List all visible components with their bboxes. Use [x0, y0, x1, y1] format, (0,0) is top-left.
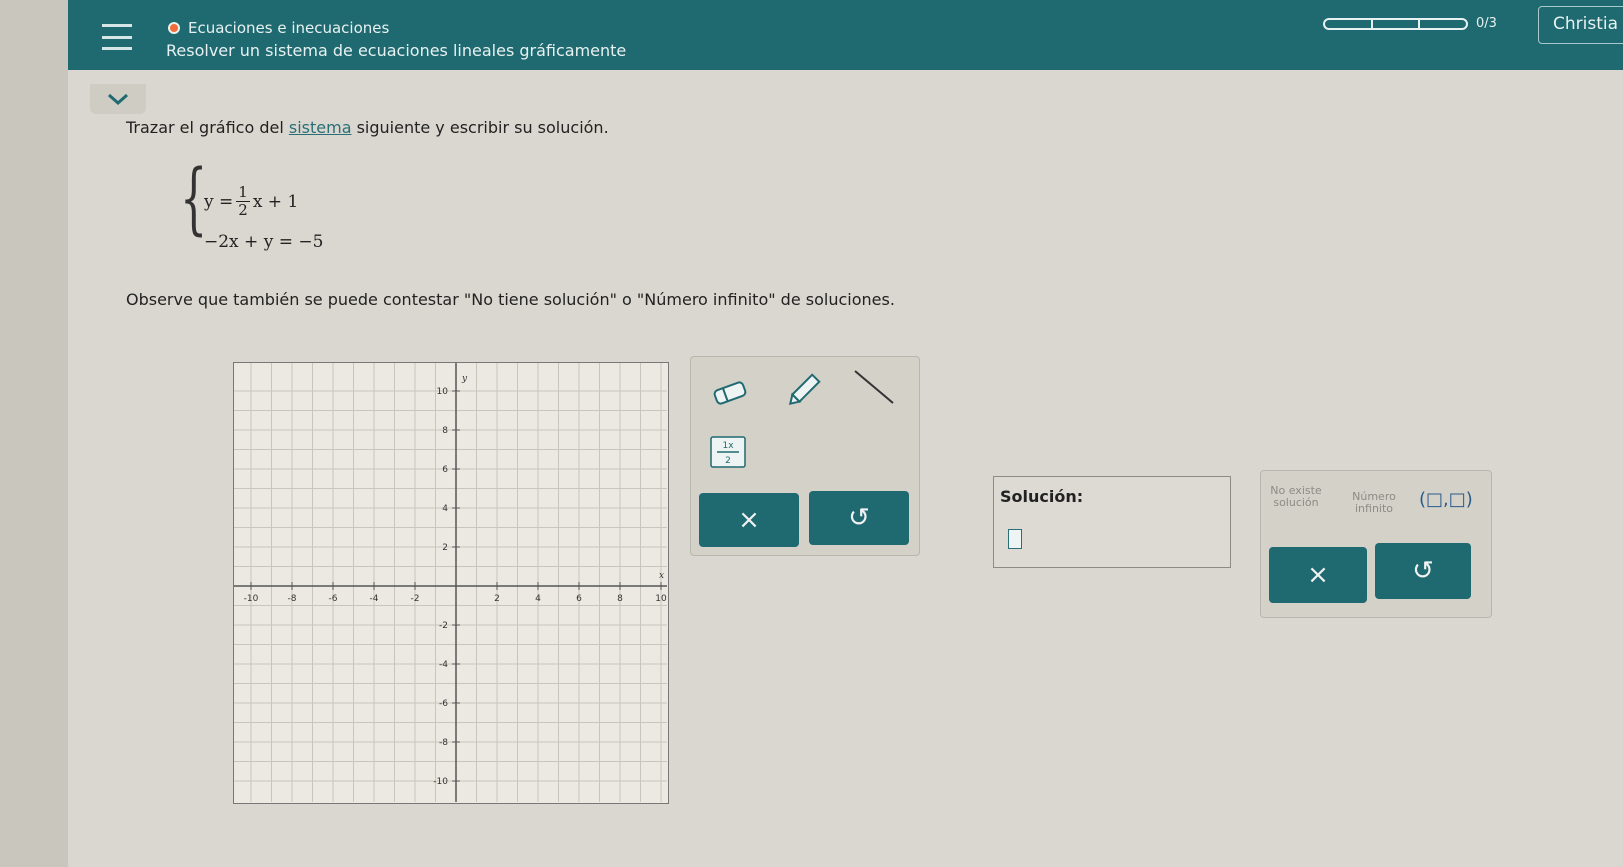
- menu-icon[interactable]: [102, 24, 132, 50]
- y-tick-label: -2: [439, 621, 448, 631]
- x-tick-label: -8: [288, 594, 297, 604]
- y-axis-label: y: [461, 374, 468, 384]
- y-tick-label: 6: [442, 465, 448, 475]
- chevron-down-icon: [108, 93, 128, 106]
- page-title: Resolver un sistema de ecuaciones lineal…: [166, 41, 627, 60]
- x-tick-label: 2: [494, 594, 500, 604]
- user-name[interactable]: Christia: [1538, 6, 1623, 44]
- x-tick-label: -10: [244, 594, 259, 604]
- left-margin-strip: [0, 0, 68, 867]
- x-tick-label: -2: [411, 594, 420, 604]
- topic-row: Ecuaciones e inecuaciones: [168, 19, 389, 37]
- infinite-solutions-button[interactable]: Número infinito: [1341, 491, 1407, 515]
- x-tick-label: 8: [617, 594, 623, 604]
- undo-answer-button[interactable]: ↺: [1375, 543, 1471, 599]
- x-tick-label: -4: [370, 594, 379, 604]
- topic-name: Ecuaciones e inecuaciones: [188, 19, 390, 37]
- fraction: 1 2: [236, 184, 250, 219]
- eraser-icon[interactable]: [709, 377, 751, 409]
- solution-input-box[interactable]: Solución:: [993, 476, 1231, 568]
- graph-tools-panel: 1x 2 × ↺: [690, 356, 920, 556]
- y-tick-label: 10: [437, 387, 449, 397]
- y-tick-label: 2: [442, 543, 448, 553]
- equation-system: { y = 1 2 x + 1 −2x + y = −5: [180, 160, 380, 260]
- pencil-icon[interactable]: [783, 371, 823, 411]
- x-tick-label: 10: [655, 594, 667, 604]
- equation-2: −2x + y = −5: [204, 232, 324, 252]
- x-axis-label: x: [659, 571, 664, 581]
- instruction-note: Observe que también se puede contestar "…: [126, 290, 895, 309]
- graph-canvas[interactable]: -10 -8 -6 -4 -2 2 4 6 8 10 10 8 6 4 2 -2 -4 -6 -8 -10 x y: [233, 362, 669, 804]
- answer-options-panel: No existe solución Número infinito (□,□)…: [1260, 470, 1492, 618]
- ordered-pair-button[interactable]: (□,□): [1419, 489, 1473, 510]
- x-tick-label: -6: [329, 594, 338, 604]
- topic-status-icon: [168, 22, 180, 34]
- sistema-link[interactable]: sistema: [289, 118, 352, 137]
- prompt-text: Trazar el gráfico del: [126, 118, 289, 137]
- y-tick-label: -4: [439, 660, 448, 670]
- no-solution-button[interactable]: No existe solución: [1265, 485, 1327, 509]
- progress-text: 0/3: [1476, 16, 1497, 31]
- y-tick-label: -10: [433, 777, 448, 787]
- y-tick-label: 8: [442, 426, 448, 436]
- svg-text:1x: 1x: [722, 441, 734, 451]
- progress-bar: [1323, 17, 1468, 30]
- svg-text:2: 2: [725, 456, 731, 466]
- fraction-numerator: 1: [236, 183, 250, 202]
- coordinate-grid[interactable]: -10 -8 -6 -4 -2 2 4 6 8 10 10 8 6 4 2 -2 -4 -6 -8 -10 x y: [234, 363, 667, 802]
- eq1-left: y =: [204, 191, 234, 212]
- line-tool-icon[interactable]: [849, 365, 899, 409]
- undo-graph-button[interactable]: ↺: [809, 491, 909, 545]
- clear-answer-button[interactable]: ×: [1269, 547, 1367, 603]
- equation-tool-icon[interactable]: 1x 2: [709, 435, 747, 469]
- solution-label: Solución:: [1000, 487, 1084, 506]
- fraction-denominator: 2: [238, 201, 248, 219]
- progress-indicator: 0/3: [1323, 16, 1497, 31]
- x-tick-label: 6: [576, 594, 582, 604]
- clear-graph-button[interactable]: ×: [699, 493, 799, 547]
- x-tick-label: 4: [535, 594, 541, 604]
- equation-1: y = 1 2 x + 1: [204, 184, 298, 219]
- y-tick-label: 4: [442, 504, 448, 514]
- y-tick-label: -8: [439, 738, 448, 748]
- prompt-text-end: siguiente y escribir su solución.: [351, 118, 609, 137]
- y-tick-label: -6: [439, 699, 448, 709]
- eq1-right: x + 1: [252, 191, 299, 212]
- collapse-toggle[interactable]: [90, 84, 146, 114]
- solution-input-field[interactable]: [1008, 529, 1022, 549]
- top-bar: Ecuaciones e inecuaciones Resolver un si…: [68, 0, 1623, 70]
- question-prompt: Trazar el gráfico del sistema siguiente …: [126, 118, 609, 137]
